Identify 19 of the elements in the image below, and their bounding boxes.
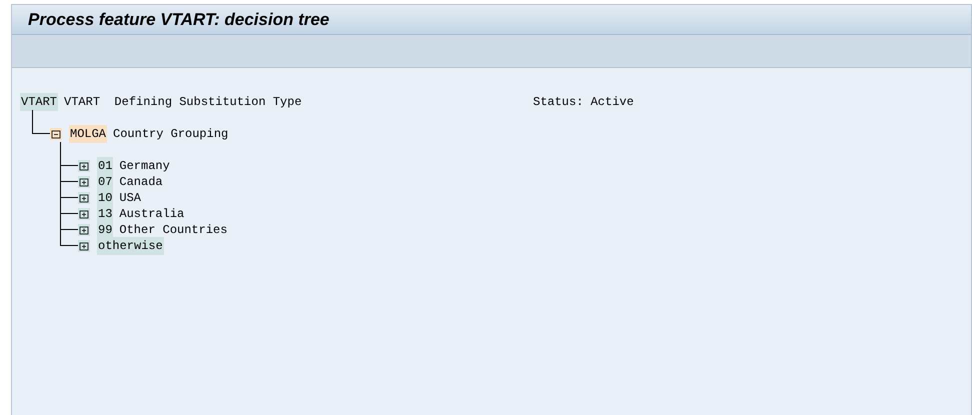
node-text: Country Grouping xyxy=(113,126,228,143)
expand-icon[interactable] xyxy=(78,160,90,172)
node-text: Canada xyxy=(119,174,163,191)
node-key[interactable]: MOLGA xyxy=(69,125,108,143)
expand-icon[interactable] xyxy=(78,224,90,236)
collapse-icon[interactable] xyxy=(50,128,62,140)
node-text: Germany xyxy=(119,158,170,175)
status-text: Status: Active xyxy=(533,94,634,111)
node-key[interactable]: otherwise xyxy=(97,237,164,255)
node-text: USA xyxy=(119,190,142,207)
expand-icon[interactable] xyxy=(78,240,90,252)
expand-icon[interactable] xyxy=(78,192,90,204)
node-text: Other Countries xyxy=(119,222,228,239)
expand-icon[interactable] xyxy=(78,176,90,188)
expand-icon[interactable] xyxy=(78,208,90,220)
node-text: Australia xyxy=(119,206,184,223)
node-text: VTART Defining Substitution Type xyxy=(64,94,302,111)
window-title: Process feature VTART: decision tree xyxy=(28,8,330,31)
node-key[interactable]: VTART xyxy=(20,93,58,111)
